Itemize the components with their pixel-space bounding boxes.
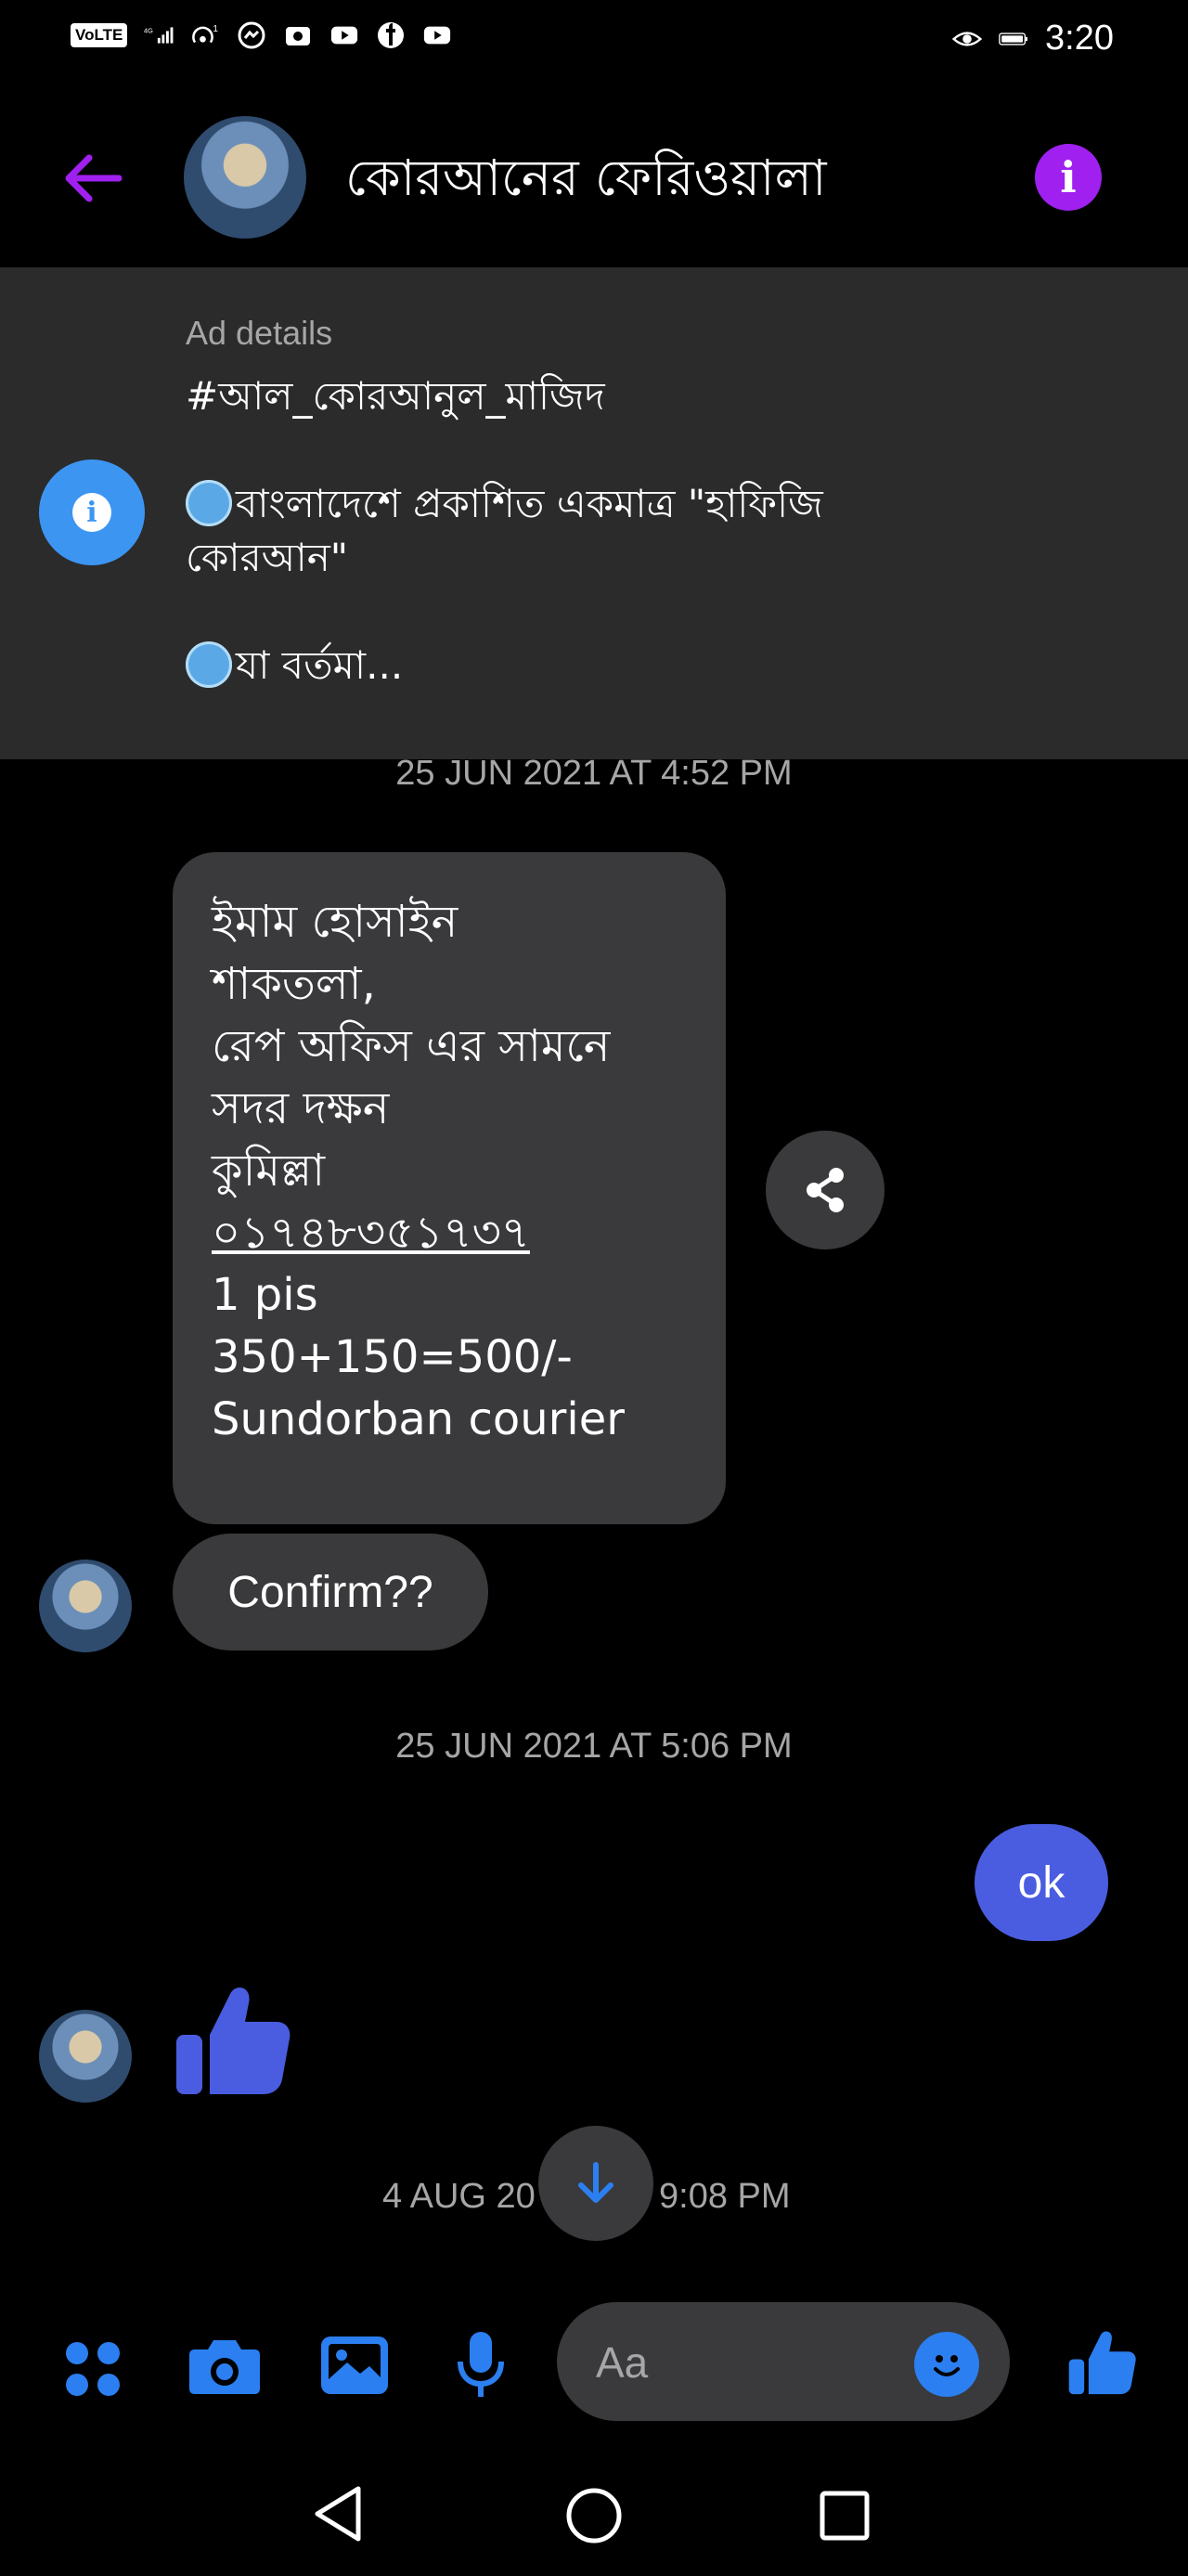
status-bar: VoLTE 4G 1 3:20 <box>0 0 1188 84</box>
outgoing-message-bubble[interactable]: ok <box>975 1824 1108 1941</box>
ad-info-icon: i <box>39 460 145 565</box>
timestamp: 25 JUN 2021 AT 4:52 PM <box>395 754 793 793</box>
image-icon[interactable] <box>316 2326 394 2404</box>
ad-label: Ad details <box>186 314 333 352</box>
hotspot-icon: 1 <box>190 20 220 50</box>
composer: Aa <box>0 2293 1188 2432</box>
blue-circle-icon <box>186 480 232 526</box>
blue-circle-icon <box>186 641 232 688</box>
hotspot-count: 1 <box>213 24 219 34</box>
info-icon[interactable]: i <box>1035 144 1102 211</box>
microphone-icon[interactable] <box>444 2326 518 2404</box>
signal-icon: 4G <box>144 20 174 50</box>
volte-badge: VoLTE <box>71 23 128 47</box>
eye-icon <box>952 24 983 54</box>
status-icons-right: 3:20 <box>952 19 1114 58</box>
sender-avatar[interactable] <box>39 2010 132 2103</box>
message-input-placeholder: Aa <box>596 2338 649 2387</box>
apps-icon[interactable] <box>56 2332 130 2406</box>
camera-icon <box>283 20 313 50</box>
arrow-down-icon <box>578 2162 613 2203</box>
facebook-icon <box>376 20 406 50</box>
message-text: ইমাম হোসাইন শাকতলা, রেপ অফিস এর সামনে সদ… <box>212 896 625 1445</box>
messenger-icon <box>237 20 266 50</box>
clock: 3:20 <box>1045 19 1114 58</box>
ad-hashtag: #আল_কোরআনুল_মাজিদ <box>186 373 605 419</box>
ad-text: #আল_কোরআনুল_মাজিদ বাংলাদেশে প্রকাশিত একম… <box>186 369 1114 693</box>
ad-line: যা বর্তমা... <box>186 639 1114 693</box>
sender-avatar[interactable] <box>39 1560 132 1652</box>
scroll-down-button[interactable] <box>538 2126 653 2241</box>
timestamp: 25 JUN 2021 AT 5:06 PM <box>395 1727 793 1766</box>
nav-back-icon[interactable] <box>303 2479 373 2549</box>
incoming-message-bubble[interactable]: Confirm?? <box>173 1534 488 1650</box>
ad-line: কোরআন" <box>186 535 349 580</box>
like-icon[interactable] <box>169 1977 295 2104</box>
nav-home-icon[interactable] <box>557 2479 631 2553</box>
incoming-message-bubble[interactable]: ইমাম হোসাইন শাকতলা, রেপ অফিস এর সামনে সদ… <box>173 852 726 1524</box>
chat-header: কোরআনের ফেরিওয়ালা i <box>0 102 1188 251</box>
message-text: Confirm?? <box>227 1567 433 1617</box>
ad-details-panel[interactable]: i Ad details #আল_কোরআনুল_মাজিদ বাংলাদেশে… <box>0 267 1188 759</box>
message-input[interactable]: Aa <box>557 2302 1010 2421</box>
emoji-icon[interactable] <box>914 2332 979 2397</box>
network-type: 4G <box>144 27 153 35</box>
share-icon[interactable] <box>766 1131 885 1249</box>
battery-icon <box>999 24 1028 54</box>
youtube-icon <box>422 20 452 50</box>
status-icons-left: VoLTE 4G 1 <box>71 20 452 50</box>
ad-line: বাংলাদেশে প্রকাশিত একমাত্র "হাফিজি <box>186 477 1114 531</box>
message-text: ok <box>1017 1858 1065 1908</box>
like-icon[interactable] <box>1060 2321 1143 2404</box>
timestamp: 9:08 PM <box>659 2177 791 2216</box>
timestamp: 4 AUG 20 <box>382 2177 536 2216</box>
chat-title[interactable]: কোরআনের ফেরিওয়ালা <box>345 139 826 223</box>
nav-recents-icon[interactable] <box>807 2479 882 2553</box>
system-nav-bar <box>0 2451 1188 2571</box>
page-avatar[interactable] <box>184 116 306 239</box>
phone-link[interactable]: ০১৭৪৮৩৫১৭৩৭ <box>212 1202 625 1264</box>
youtube-icon <box>329 20 359 50</box>
camera-icon[interactable] <box>186 2326 264 2404</box>
back-arrow-icon[interactable] <box>56 141 130 215</box>
